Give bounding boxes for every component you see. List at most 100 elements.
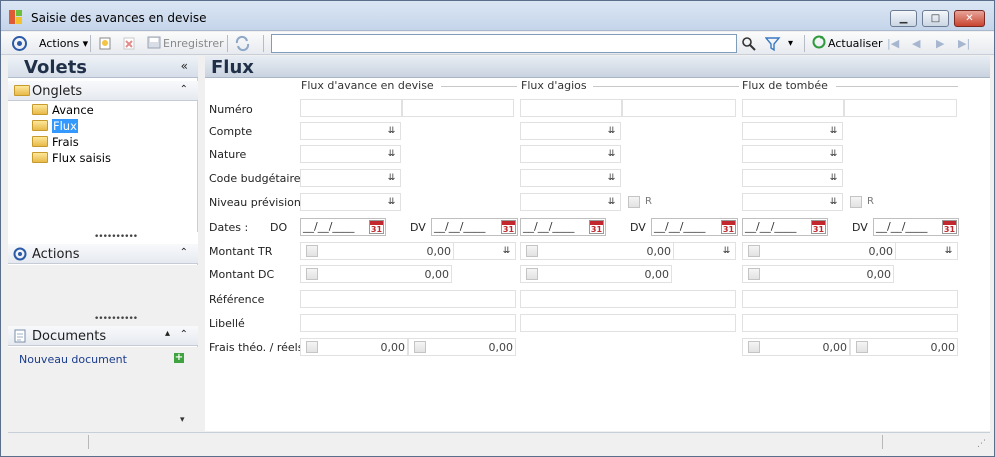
double-chevron-down-icon[interactable]: ⇊ (385, 124, 398, 138)
double-chevron-down-icon[interactable]: ⇊ (605, 147, 618, 161)
tombee-nature-combo[interactable]: ⇊ (742, 145, 843, 163)
first-record-icon[interactable]: |◀ (887, 35, 903, 52)
calendar-icon[interactable]: 31 (811, 220, 826, 234)
date-dv-input[interactable]: __/__/____ 31 (431, 218, 518, 236)
tombee-niveau-prevision-combo[interactable]: ⇊ (742, 193, 843, 211)
actions-menu[interactable]: Actions ▾ (39, 35, 88, 52)
tombee-montant-dc-checkbox[interactable] (748, 268, 760, 280)
delete-icon[interactable] (122, 35, 136, 52)
double-chevron-down-icon[interactable]: ⇊ (720, 244, 733, 258)
collapse-up-icon[interactable]: ⌃ (180, 329, 188, 340)
tombee-frais-theo-checkbox[interactable] (748, 341, 760, 353)
calendar-icon[interactable]: 31 (501, 220, 516, 234)
agios-code-budgetaire-combo[interactable]: ⇊ (520, 169, 621, 187)
tree-item-avance[interactable]: Avance (32, 103, 94, 118)
close-button[interactable]: ✕ (954, 10, 985, 27)
agios-montant-dc-checkbox[interactable] (526, 268, 538, 280)
search-icon[interactable] (741, 35, 757, 52)
agios-date-do-input[interactable]: __/__/____ 31 (520, 218, 606, 236)
add-icon[interactable]: + (174, 353, 184, 363)
agios-numero-field-2[interactable] (622, 99, 736, 117)
agios-montant-tr-value[interactable]: 0,00 (647, 245, 672, 258)
restore-button[interactable]: □ (922, 10, 949, 27)
resize-grip-icon[interactable]: ⋰ (977, 439, 986, 449)
frais-theo-value[interactable]: 0,00 (381, 341, 406, 354)
tombee-numero-field-1[interactable] (742, 99, 844, 117)
splitter[interactable]: •••••••••• (8, 232, 198, 244)
double-chevron-down-icon[interactable]: ⇊ (605, 171, 618, 185)
double-chevron-down-icon[interactable]: ⇊ (827, 195, 840, 209)
tombee-frais-reels-value[interactable]: 0,00 (931, 341, 956, 354)
tombee-date-dv-input[interactable]: __/__/____ 31 (873, 218, 959, 236)
calendar-icon[interactable]: 31 (721, 220, 736, 234)
double-chevron-down-icon[interactable]: ⇊ (385, 195, 398, 209)
code-budgetaire-combo[interactable]: ⇊ (300, 169, 401, 187)
agios-montant-dc-value[interactable]: 0,00 (645, 268, 670, 281)
tree-item-frais[interactable]: Frais (32, 135, 79, 150)
agios-niveau-prevision-combo[interactable]: ⇊ (520, 193, 621, 211)
new-document-link[interactable]: Nouveau document (19, 353, 127, 366)
double-chevron-down-icon[interactable]: ⇊ (827, 147, 840, 161)
agios-compte-combo[interactable]: ⇊ (520, 122, 621, 140)
frais-reels-value[interactable]: 0,00 (489, 341, 514, 354)
montant-dc-value[interactable]: 0,00 (425, 268, 450, 281)
libelle-input[interactable] (300, 314, 516, 332)
agios-numero-field-1[interactable] (520, 99, 622, 117)
tombee-compte-combo[interactable]: ⇊ (742, 122, 843, 140)
expand-down-icon[interactable]: ▾ (180, 415, 185, 425)
numero-field-1[interactable] (300, 99, 402, 117)
tombee-libelle-input[interactable] (742, 314, 958, 332)
tombee-montant-tr-value[interactable]: 0,00 (869, 245, 894, 258)
numero-field-2[interactable] (402, 99, 514, 117)
double-chevron-down-icon[interactable]: ⇊ (385, 147, 398, 161)
next-record-icon[interactable]: ▶ (936, 35, 950, 52)
filter-icon[interactable] (764, 35, 781, 52)
sync-icon[interactable] (234, 35, 251, 52)
double-chevron-down-icon[interactable]: ⇊ (827, 171, 840, 185)
montant-tr-checkbox[interactable] (306, 245, 318, 257)
compte-combo[interactable]: ⇊ (300, 122, 401, 140)
tombee-r-checkbox[interactable] (850, 196, 862, 208)
caret-up-icon[interactable]: ▴ (165, 328, 170, 339)
agios-montant-tr-checkbox[interactable] (526, 245, 538, 257)
tombee-frais-theo-value[interactable]: 0,00 (823, 341, 848, 354)
new-record-icon[interactable] (98, 35, 112, 52)
tree-item-flux[interactable]: Flux (32, 119, 78, 134)
calendar-icon[interactable]: 31 (369, 220, 384, 234)
save-button[interactable]: Enregistrer (147, 35, 224, 52)
filter-dropdown-icon[interactable]: ▾ (788, 35, 798, 52)
tombee-date-do-input[interactable]: __/__/____ 31 (742, 218, 828, 236)
double-chevron-down-icon[interactable]: ⇊ (942, 244, 955, 258)
search-input[interactable] (271, 34, 737, 53)
tombee-montant-tr-checkbox[interactable] (748, 245, 760, 257)
calendar-icon[interactable]: 31 (942, 220, 957, 234)
frais-reels-checkbox[interactable] (414, 341, 426, 353)
montant-dc-checkbox[interactable] (306, 268, 318, 280)
splitter[interactable]: •••••••••• (8, 314, 198, 326)
onglets-group-header[interactable]: Onglets ⌃ (8, 81, 198, 101)
tombee-numero-field-2[interactable] (844, 99, 957, 117)
reference-input[interactable] (300, 290, 516, 308)
tombee-montant-dc-value[interactable]: 0,00 (867, 268, 892, 281)
tombee-reference-input[interactable] (742, 290, 958, 308)
agios-libelle-input[interactable] (520, 314, 736, 332)
tree-item-flux-saisis[interactable]: Flux saisis (32, 151, 111, 166)
nature-combo[interactable]: ⇊ (300, 145, 401, 163)
refresh-button[interactable]: Actualiser (812, 35, 883, 52)
date-do-input[interactable]: __/__/____ 31 (300, 218, 386, 236)
double-chevron-down-icon[interactable]: ⇊ (385, 171, 398, 185)
previous-record-icon[interactable]: ◀ (912, 35, 926, 52)
collapse-up-icon[interactable]: ⌃ (180, 247, 188, 258)
tombee-frais-reels-checkbox[interactable] (856, 341, 868, 353)
collapse-up-icon[interactable]: ⌃ (180, 84, 188, 95)
actions-menu-icon[interactable] (11, 35, 28, 52)
agios-nature-combo[interactable]: ⇊ (520, 145, 621, 163)
double-chevron-down-icon[interactable]: ⇊ (500, 244, 513, 258)
agios-date-dv-input[interactable]: __/__/____ 31 (651, 218, 738, 236)
frais-theo-checkbox[interactable] (306, 341, 318, 353)
niveau-prevision-combo[interactable]: ⇊ (300, 193, 401, 211)
double-chevron-down-icon[interactable]: ⇊ (605, 124, 618, 138)
tombee-code-budgetaire-combo[interactable]: ⇊ (742, 169, 843, 187)
minimize-button[interactable]: ▁ (890, 10, 917, 27)
agios-reference-input[interactable] (520, 290, 736, 308)
